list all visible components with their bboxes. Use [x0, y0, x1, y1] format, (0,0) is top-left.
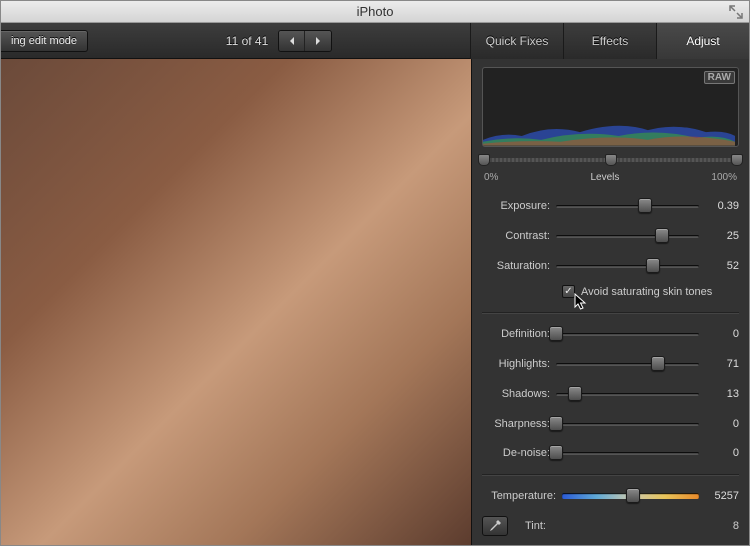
- titlebar: iPhoto: [1, 1, 749, 23]
- edit-mode-button[interactable]: ing edit mode: [1, 30, 88, 52]
- sharpness-row: Sharpness: 0: [482, 411, 739, 437]
- levels-labels: 0% Levels 100%: [484, 172, 737, 183]
- contrast-slider[interactable]: [556, 232, 699, 240]
- sharpness-label: Sharpness:: [482, 418, 550, 430]
- levels-white-handle[interactable]: [731, 154, 743, 166]
- tint-value: 8: [733, 520, 739, 532]
- saturation-value: 52: [705, 260, 739, 272]
- tint-row: Tint: 8: [482, 513, 739, 539]
- photo-image: [1, 59, 471, 545]
- exposure-row: Exposure: 0.39: [482, 193, 739, 219]
- shadows-row: Shadows: 13: [482, 381, 739, 407]
- exposure-label: Exposure:: [482, 200, 550, 212]
- highlights-row: Highlights: 71: [482, 351, 739, 377]
- photo-viewer[interactable]: [1, 59, 471, 545]
- levels-black-handle[interactable]: [478, 154, 490, 166]
- adjust-tabs: Quick Fixes Effects Adjust: [470, 23, 749, 59]
- shadows-label: Shadows:: [482, 388, 550, 400]
- tab-quick-fixes[interactable]: Quick Fixes: [470, 23, 563, 59]
- levels-slider[interactable]: [484, 153, 737, 167]
- check-icon: ✓: [564, 286, 572, 297]
- tab-adjust[interactable]: Adjust: [656, 23, 749, 59]
- chevron-right-icon: [313, 36, 323, 46]
- shadows-slider[interactable]: [556, 390, 699, 398]
- highlights-label: Highlights:: [482, 358, 550, 370]
- avoid-skin-checkbox[interactable]: ✓: [562, 285, 575, 298]
- photo-counter: 11 of 41: [226, 34, 268, 48]
- contrast-label: Contrast:: [482, 230, 550, 242]
- definition-value: 0: [705, 328, 739, 340]
- adjust-panel: RAW 0% Levels 100%: [471, 59, 749, 545]
- definition-label: Definition:: [482, 328, 550, 340]
- saturation-slider[interactable]: [556, 262, 699, 270]
- sharpness-slider[interactable]: [556, 420, 699, 428]
- prev-photo-button[interactable]: [279, 31, 305, 51]
- edit-mode-label: ing edit mode: [11, 35, 77, 47]
- chevron-left-icon: [287, 36, 297, 46]
- fullscreen-icon[interactable]: [729, 5, 743, 19]
- sharpness-value: 0: [705, 418, 739, 430]
- definition-slider[interactable]: [556, 330, 699, 338]
- denoise-value: 0: [705, 447, 739, 459]
- levels-mid-handle[interactable]: [605, 154, 617, 166]
- saturation-label: Saturation:: [482, 260, 550, 272]
- highlights-value: 71: [705, 358, 739, 370]
- definition-row: Definition: 0: [482, 321, 739, 347]
- highlights-slider[interactable]: [556, 360, 699, 368]
- toolbar: ing edit mode 11 of 41 Quick Fixes Effec…: [1, 23, 749, 59]
- raw-badge: RAW: [704, 71, 735, 84]
- avoid-skin-row: ✓ Avoid saturating skin tones: [482, 283, 739, 304]
- exposure-slider[interactable]: [556, 202, 699, 210]
- next-photo-button[interactable]: [305, 31, 331, 51]
- nav-arrows: [278, 30, 332, 52]
- denoise-slider[interactable]: [556, 449, 699, 457]
- levels-title: Levels: [590, 172, 619, 183]
- app-window: iPhoto ing edit mode 11 of 41 Quick Fixe…: [0, 0, 750, 546]
- temperature-row: Temperature: 5257: [482, 483, 739, 509]
- contrast-row: Contrast: 25: [482, 223, 739, 249]
- tint-label: Tint:: [516, 520, 546, 532]
- temperature-slider[interactable]: [562, 492, 699, 500]
- contrast-value: 25: [705, 230, 739, 242]
- shadows-value: 13: [705, 388, 739, 400]
- divider: [482, 312, 739, 313]
- eyedropper-button[interactable]: [482, 516, 508, 536]
- levels-right-label: 100%: [711, 172, 737, 183]
- denoise-row: De-noise: 0: [482, 441, 739, 467]
- exposure-value: 0.39: [705, 200, 739, 212]
- saturation-row: Saturation: 52: [482, 253, 739, 279]
- temperature-value: 5257: [705, 490, 739, 502]
- avoid-skin-label[interactable]: Avoid saturating skin tones: [581, 286, 712, 298]
- histogram[interactable]: RAW: [482, 67, 739, 147]
- window-title: iPhoto: [357, 4, 394, 19]
- denoise-label: De-noise:: [482, 447, 550, 459]
- eyedropper-icon: [489, 520, 501, 532]
- histogram-graph: [483, 103, 735, 146]
- temperature-label: Temperature:: [482, 490, 556, 502]
- divider: [482, 474, 739, 475]
- levels-left-label: 0%: [484, 172, 498, 183]
- tab-effects[interactable]: Effects: [563, 23, 656, 59]
